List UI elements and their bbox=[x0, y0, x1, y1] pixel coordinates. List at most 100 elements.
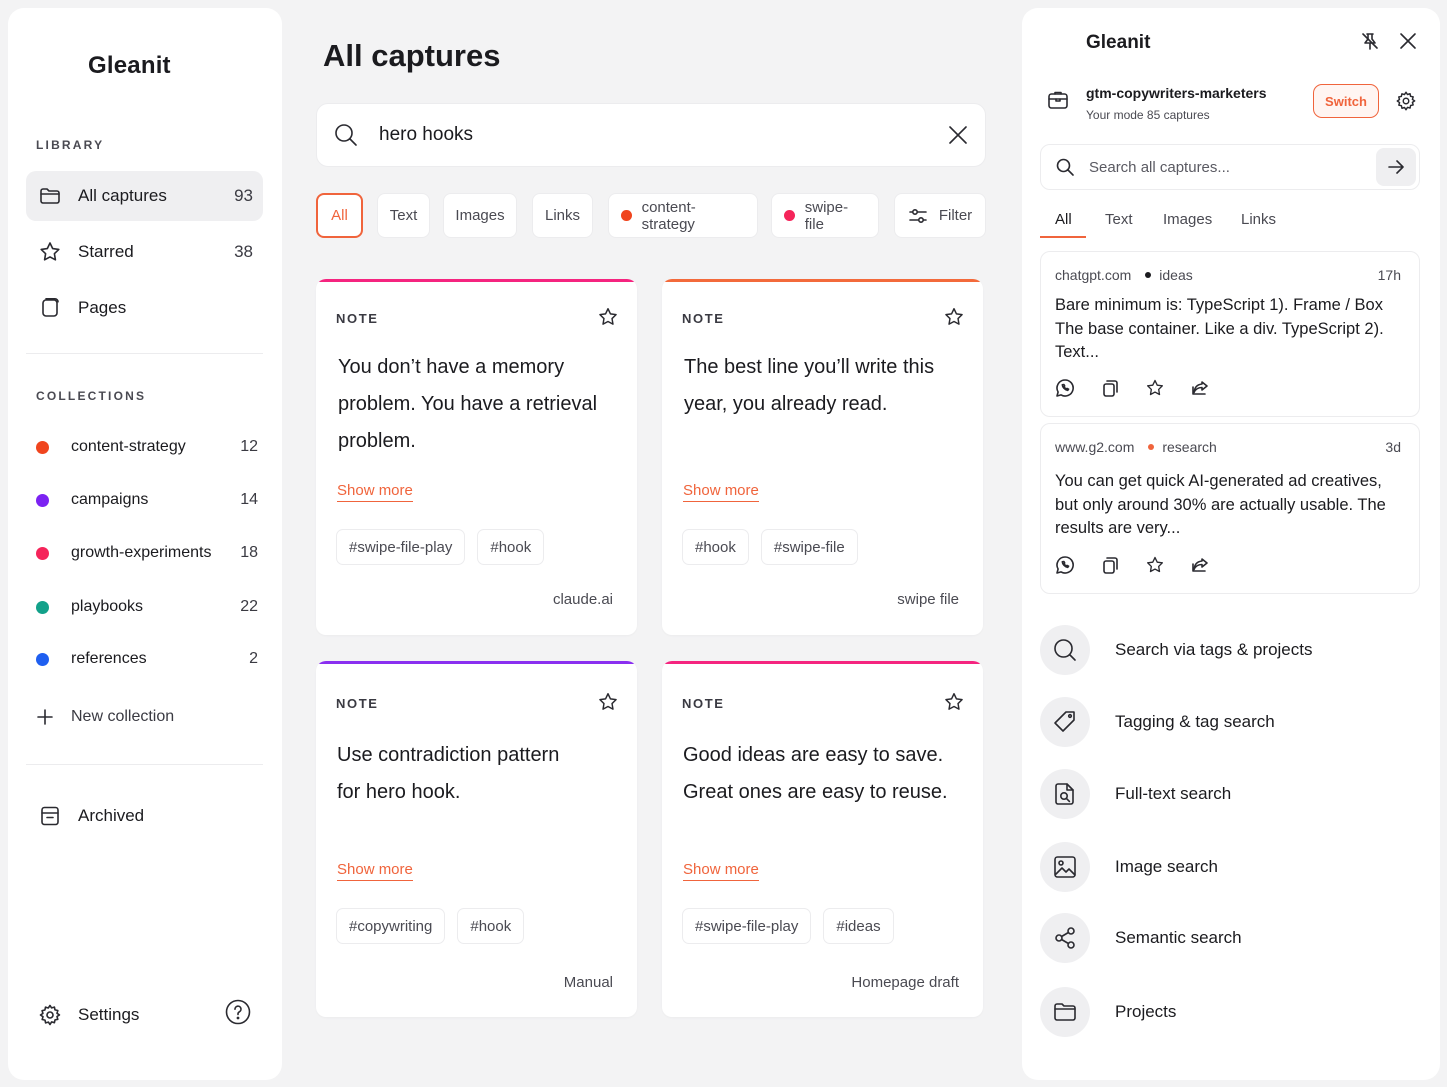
card-source: swipe file bbox=[897, 591, 959, 608]
sidebar-item-count: 38 bbox=[234, 242, 253, 261]
tag-chip[interactable]: #copywriting bbox=[336, 908, 446, 944]
tag-chip[interactable]: #swipe-file-play bbox=[682, 908, 812, 944]
collection-color-dot bbox=[36, 493, 49, 507]
close-icon[interactable] bbox=[1398, 31, 1418, 51]
quick-capture-panel: Gleanit gtm-copywriters-marketers Your m… bbox=[1022, 8, 1440, 1080]
collection-item-growth-experiments[interactable]: growth-experiments 18 bbox=[36, 538, 258, 568]
tag-chip[interactable]: #swipe-file bbox=[760, 529, 858, 565]
new-collection-button[interactable]: New collection bbox=[36, 702, 258, 732]
tag-icon bbox=[1040, 697, 1090, 747]
close-icon[interactable] bbox=[947, 124, 969, 146]
search-icon bbox=[1040, 625, 1090, 675]
panel-search-bar[interactable]: Search all captures... bbox=[1040, 144, 1420, 190]
collection-color-dot bbox=[36, 652, 49, 666]
filter-chip-content-strategy[interactable]: content-strategy bbox=[608, 193, 758, 238]
collection-count: 22 bbox=[240, 598, 258, 615]
sidebar-item-archived[interactable]: Archived bbox=[26, 791, 263, 841]
filter-chip-images[interactable]: Images bbox=[443, 193, 517, 238]
filter-chip-text[interactable]: Text bbox=[377, 193, 430, 238]
unpin-icon[interactable] bbox=[1360, 31, 1380, 51]
collection-label: content-strategy bbox=[71, 438, 186, 455]
filter-chip-swipe-file[interactable]: swipe-file bbox=[771, 193, 879, 238]
capture-card[interactable]: NOTE You don’t have a memory problem. Yo… bbox=[316, 279, 637, 635]
card-tags: #hook #swipe-file bbox=[682, 529, 858, 565]
collection-label: playbooks bbox=[71, 598, 144, 615]
tag-chip[interactable]: #swipe-file-play bbox=[336, 529, 466, 565]
star-icon[interactable] bbox=[597, 306, 619, 328]
feature-full-text-search[interactable]: Full-text search bbox=[1040, 768, 1231, 820]
sidebar-item-starred[interactable]: Starred 38 bbox=[26, 227, 263, 277]
tab-text[interactable]: Text bbox=[1105, 211, 1133, 228]
tab-all[interactable]: All bbox=[1055, 211, 1072, 228]
feature-image-search[interactable]: Image search bbox=[1040, 841, 1218, 893]
feature-tagging[interactable]: Tagging & tag search bbox=[1040, 696, 1275, 748]
copy-icon[interactable] bbox=[1100, 555, 1120, 575]
card-type: NOTE bbox=[336, 311, 379, 326]
sidebar-item-pages[interactable]: Pages bbox=[26, 283, 263, 333]
help-icon[interactable] bbox=[225, 999, 251, 1025]
whatsapp-icon[interactable] bbox=[1055, 378, 1075, 398]
search-bar[interactable]: hero hooks bbox=[316, 103, 986, 167]
feature-projects[interactable]: Projects bbox=[1040, 986, 1176, 1038]
collection-item-campaigns[interactable]: campaigns 14 bbox=[36, 485, 258, 515]
star-icon[interactable] bbox=[1145, 378, 1165, 398]
image-icon bbox=[1040, 842, 1090, 892]
tag-chip[interactable]: #ideas bbox=[823, 908, 894, 944]
feature-semantic-search[interactable]: Semantic search bbox=[1040, 912, 1242, 964]
share-icon[interactable] bbox=[1190, 555, 1210, 575]
tab-images[interactable]: Images bbox=[1163, 211, 1212, 228]
card-text: Use contradiction pattern for hero hook. bbox=[337, 744, 560, 803]
show-more-link[interactable]: Show more bbox=[683, 482, 759, 502]
card-accent-bar bbox=[662, 279, 983, 282]
filter-button[interactable]: Filter bbox=[894, 193, 986, 238]
whatsapp-icon[interactable] bbox=[1055, 555, 1075, 575]
tab-links[interactable]: Links bbox=[1241, 211, 1276, 228]
show-more-link[interactable]: Show more bbox=[683, 861, 759, 881]
show-more-link[interactable]: Show more bbox=[337, 482, 413, 502]
capture-card[interactable]: NOTE Use contradiction pattern for hero … bbox=[316, 661, 637, 1017]
tag-chip[interactable]: #hook bbox=[682, 529, 749, 565]
collection-item-content-strategy[interactable]: content-strategy 12 bbox=[36, 432, 258, 462]
filter-chip-all[interactable]: All bbox=[316, 193, 363, 238]
search-submit-button[interactable] bbox=[1376, 148, 1416, 186]
panel-search-input[interactable]: Search all captures... bbox=[1089, 159, 1376, 176]
capture-item[interactable]: www.g2.com research 3d You can get quick… bbox=[1040, 423, 1420, 594]
sidebar-item-label: Archived bbox=[78, 806, 145, 825]
collection-item-references[interactable]: references 2 bbox=[36, 644, 258, 674]
switch-workspace-button[interactable]: Switch bbox=[1313, 84, 1379, 118]
card-type: NOTE bbox=[682, 311, 725, 326]
capture-source: www.g2.com bbox=[1055, 439, 1135, 455]
capture-card[interactable]: NOTE Good ideas are easy to save. Great … bbox=[662, 661, 983, 1017]
show-more-link[interactable]: Show more bbox=[337, 861, 413, 881]
chip-label: swipe-file bbox=[804, 198, 849, 233]
star-icon[interactable] bbox=[1145, 555, 1165, 575]
star-icon[interactable] bbox=[943, 691, 965, 713]
collection-color-dot bbox=[36, 600, 49, 614]
collection-label: growth-experiments bbox=[71, 544, 212, 561]
star-icon[interactable] bbox=[597, 691, 619, 713]
capture-item[interactable]: chatgpt.com ideas 17h Bare minimum is: T… bbox=[1040, 251, 1420, 417]
tag-chip[interactable]: #hook bbox=[457, 908, 525, 944]
collection-item-playbooks[interactable]: playbooks 22 bbox=[36, 592, 258, 622]
capture-card[interactable]: NOTE The best line you’ll write this yea… bbox=[662, 279, 983, 635]
chip-color-dot bbox=[621, 210, 632, 221]
tag-dot bbox=[1145, 272, 1152, 278]
share-icon[interactable] bbox=[1190, 378, 1210, 398]
card-source: claude.ai bbox=[552, 591, 613, 608]
card-accent-bar bbox=[316, 661, 637, 664]
tag-chip[interactable]: #hook bbox=[477, 529, 545, 565]
gear-icon[interactable] bbox=[1395, 90, 1417, 112]
search-input[interactable]: hero hooks bbox=[379, 124, 947, 146]
sidebar-item-all-captures[interactable]: All captures 93 bbox=[26, 171, 263, 221]
feature-search-tags-projects[interactable]: Search via tags & projects bbox=[1040, 624, 1312, 676]
folder-icon bbox=[1040, 987, 1090, 1037]
collection-count: 18 bbox=[240, 544, 258, 561]
capture-time: 3d bbox=[1385, 439, 1401, 455]
capture-tag: ideas bbox=[1159, 267, 1193, 283]
chip-label: content-strategy bbox=[641, 198, 696, 233]
card-tags: #swipe-file-play #hook bbox=[336, 529, 545, 565]
filter-chip-links[interactable]: Links bbox=[532, 193, 593, 238]
feature-label: Semantic search bbox=[1115, 928, 1242, 947]
copy-icon[interactable] bbox=[1100, 378, 1120, 398]
star-icon[interactable] bbox=[943, 306, 965, 328]
